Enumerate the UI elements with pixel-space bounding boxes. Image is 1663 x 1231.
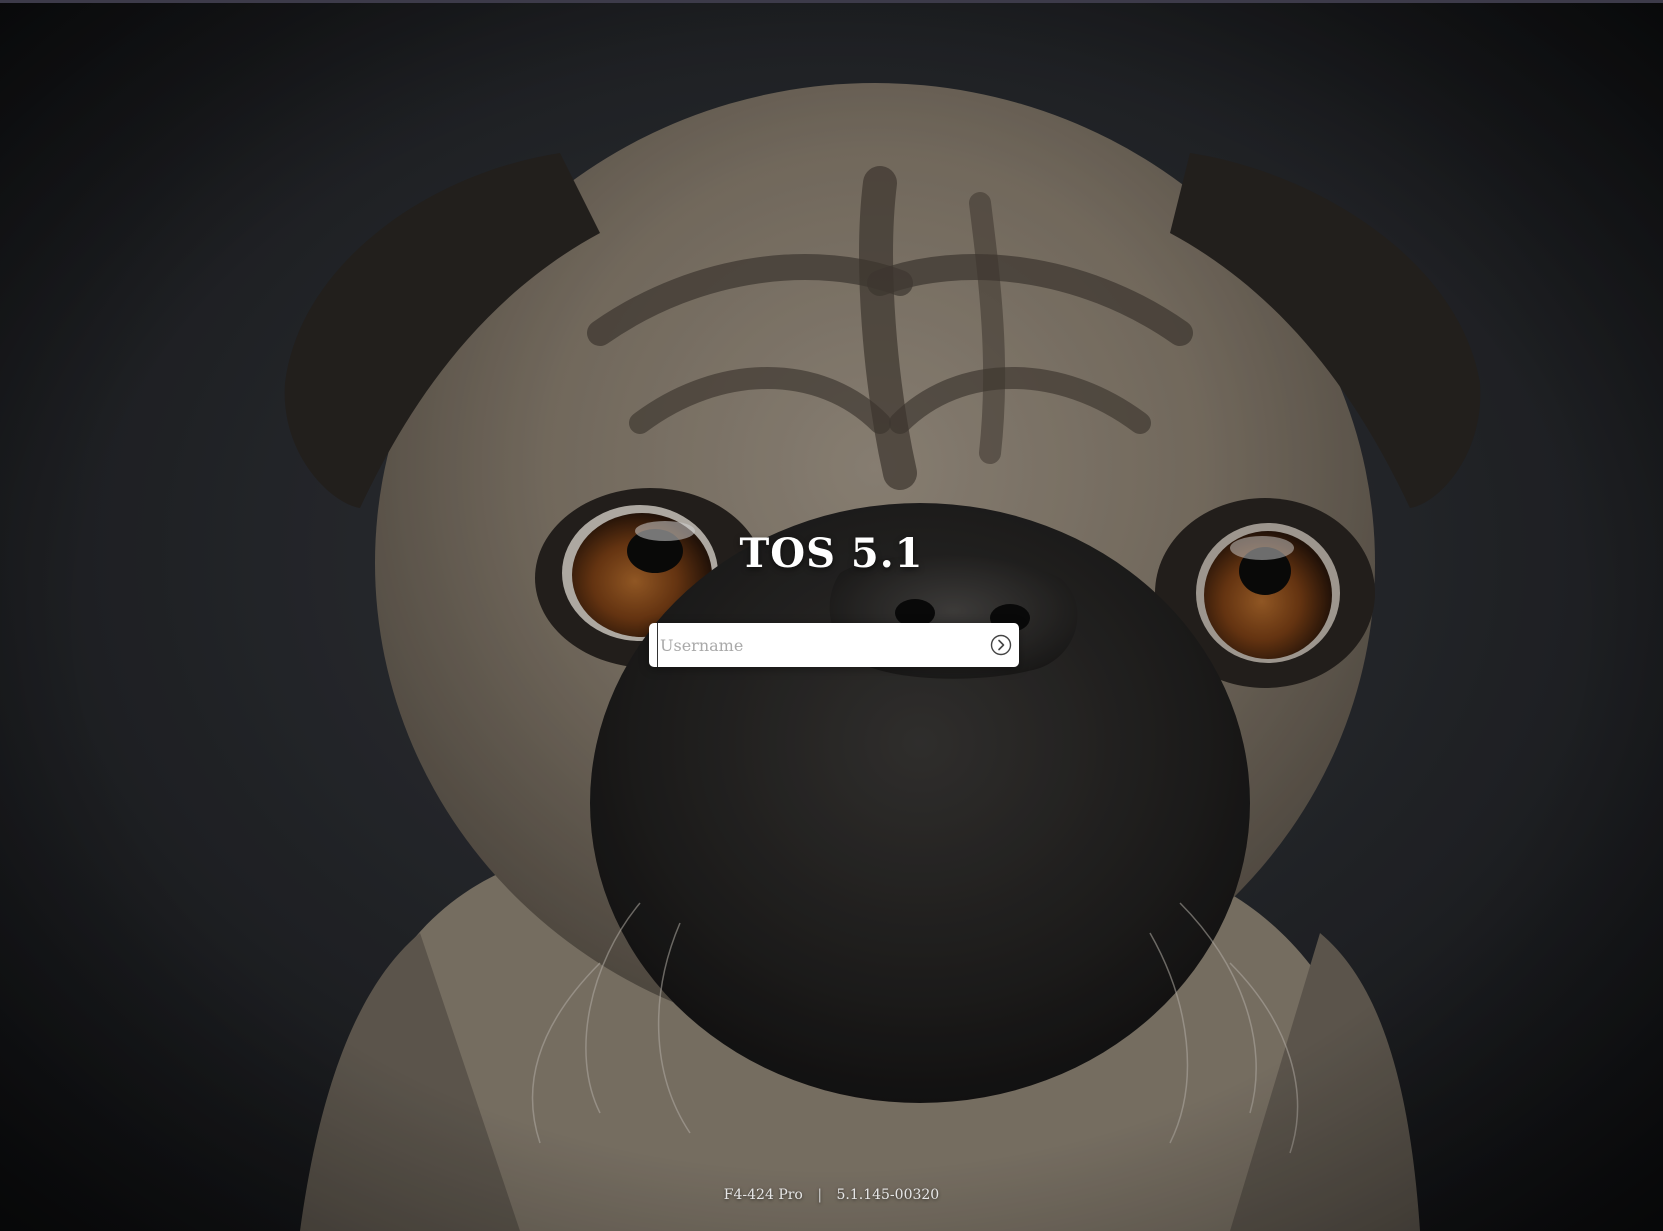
page-title: TOS 5.1: [739, 530, 924, 577]
device-model: F4-424 Pro: [723, 1187, 803, 1203]
submit-button[interactable]: [989, 633, 1013, 657]
footer-separator: |: [817, 1187, 823, 1203]
username-input[interactable]: [657, 623, 975, 667]
arrow-right-circle-icon: [990, 634, 1012, 656]
login-panel: TOS 5.1: [0, 0, 1663, 1231]
username-field[interactable]: [649, 623, 1019, 667]
footer-info: F4-424 Pro | 5.1.145-00320: [0, 1185, 1663, 1205]
login-screen: TOS 5.1 F4-424 Pro | 5.1.145-00320: [0, 0, 1663, 1231]
firmware-version: 5.1.145-00320: [836, 1187, 940, 1203]
